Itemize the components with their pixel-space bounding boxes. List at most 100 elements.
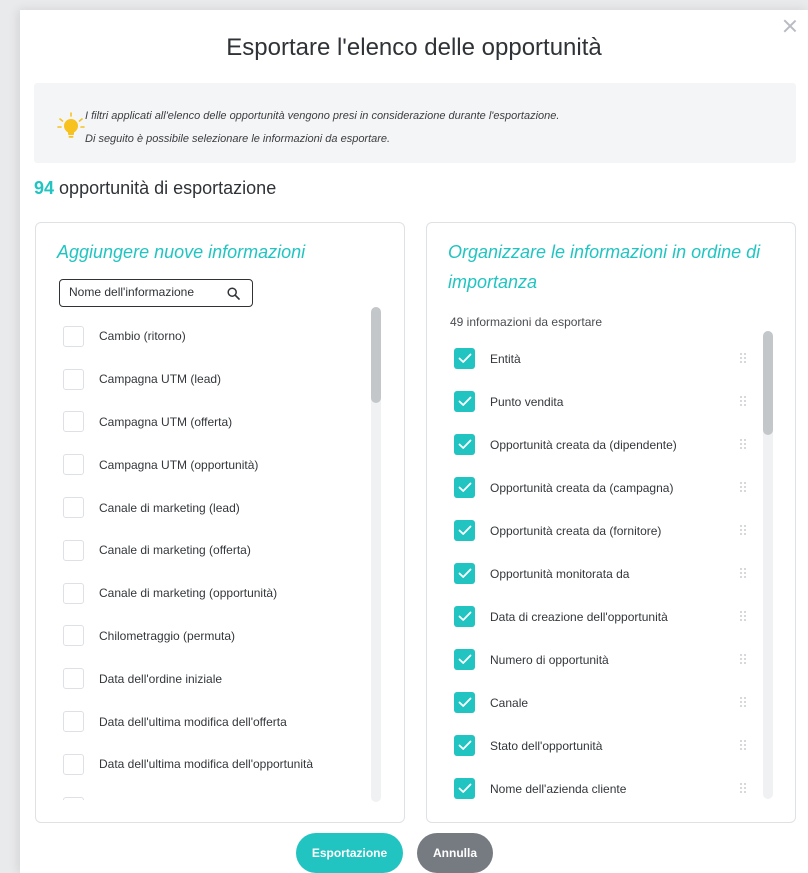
checkbox[interactable]: [63, 582, 84, 604]
checkmark-icon: [458, 654, 471, 664]
checkbox[interactable]: [63, 668, 84, 690]
list-item-label: Campagna UTM (offerta): [99, 414, 233, 429]
close-icon[interactable]: [782, 18, 798, 34]
checkbox-checked[interactable]: [454, 391, 475, 412]
drag-handle-icon[interactable]: [739, 524, 747, 536]
drag-handle-icon[interactable]: [739, 438, 747, 450]
checkmark-icon: [458, 353, 471, 363]
checkbox[interactable]: [63, 368, 84, 390]
list-item[interactable]: Opportunità creata da (dipendente): [454, 423, 754, 466]
list-item[interactable]: Campagna UTM (lead): [63, 358, 363, 401]
checkbox-checked[interactable]: [454, 520, 475, 541]
lightbulb-icon: [57, 112, 85, 138]
checkbox-checked[interactable]: [454, 348, 475, 369]
checkbox[interactable]: [63, 711, 84, 733]
checkmark-icon: [458, 396, 471, 406]
checkbox-checked[interactable]: [454, 735, 475, 756]
checkbox[interactable]: [63, 325, 84, 347]
drag-handle-icon[interactable]: [739, 782, 747, 794]
checkmark-icon: [458, 783, 471, 793]
drag-handle-icon[interactable]: [739, 610, 747, 622]
list-item-label: Opportunità creata da (dipendente): [490, 437, 677, 452]
list-item-label: Campagna UTM (opportunità): [99, 457, 259, 472]
list-item-label: Data dell'ordine iniziale: [99, 671, 223, 686]
export-dialog: Esportare l'elenco delle opportunità I f…: [20, 10, 808, 873]
list-item[interactable]: Data dell'ultima modifica dell'offerta: [63, 700, 363, 743]
drag-handle-icon[interactable]: [739, 481, 747, 493]
list-item[interactable]: Opportunità creata da (fornitore): [454, 509, 754, 552]
list-item[interactable]: Canale di marketing (offerta): [63, 529, 363, 572]
drag-handle-icon[interactable]: [739, 395, 747, 407]
list-item[interactable]: Stato dell'opportunità: [454, 724, 754, 767]
info-text-line2: Di seguito è possibile selezionare le in…: [85, 133, 391, 145]
list-item-label: Campagna UTM (lead): [99, 372, 222, 387]
drag-handle-icon[interactable]: [739, 696, 747, 708]
order-info-panel: Organizzare le informazioni in ordine di…: [426, 222, 796, 823]
search-input[interactable]: [69, 285, 219, 299]
list-item[interactable]: Campagna UTM (offerta): [63, 401, 363, 444]
list-item-label: Opportunità monitorata da: [490, 566, 630, 581]
list-item[interactable]: Punto vendita: [454, 380, 754, 423]
export-count-label: opportunità di esportazione: [59, 178, 277, 198]
list-item-label: Data di creazione dell'opportunità: [490, 609, 668, 624]
checkbox-checked[interactable]: [454, 434, 475, 455]
list-item[interactable]: Canale: [454, 681, 754, 724]
export-count-value: 94: [34, 178, 55, 198]
checkbox[interactable]: [63, 539, 84, 561]
list-item[interactable]: Canale di marketing (opportunità): [63, 572, 363, 615]
available-info-list: Cambio (ritorno) Campagna UTM (lead) Cam…: [63, 315, 363, 800]
list-item[interactable]: Opportunità monitorata da: [454, 552, 754, 595]
drag-handle-icon[interactable]: [739, 567, 747, 579]
cancel-button[interactable]: Annulla: [417, 833, 493, 873]
list-item-label: Canale di marketing (opportunità): [99, 586, 278, 601]
list-item-label: Stato dell'opportunità: [490, 738, 603, 753]
checkbox[interactable]: [63, 411, 84, 433]
list-item[interactable]: Nome dell'azienda cliente: [454, 767, 754, 799]
checkbox-checked[interactable]: [454, 563, 475, 584]
list-item[interactable]: Entità: [454, 337, 754, 380]
list-item[interactable]: Opportunità creata da (campagna): [454, 466, 754, 509]
list-item[interactable]: Data dell'ultima modifica dell'opportuni…: [63, 743, 363, 786]
list-item-label: Chilometraggio (permuta): [99, 628, 236, 643]
scrollbar-thumb[interactable]: [763, 331, 773, 435]
search-field[interactable]: [59, 279, 253, 307]
checkbox[interactable]: [63, 625, 84, 647]
scrollbar[interactable]: [763, 331, 773, 799]
add-info-panel: Aggiungere nuove informazioni Cambio (ri…: [35, 222, 405, 823]
scrollbar[interactable]: [371, 307, 381, 802]
list-item[interactable]: Canale di marketing (lead): [63, 486, 363, 529]
checkbox-checked[interactable]: [454, 606, 475, 627]
checkmark-icon: [458, 482, 471, 492]
checkbox-checked[interactable]: [454, 649, 475, 670]
list-item-label: Opportunità creata da (campagna): [490, 480, 674, 495]
drag-handle-icon[interactable]: [739, 739, 747, 751]
list-item[interactable]: Campagna UTM (opportunità): [63, 443, 363, 486]
checkbox[interactable]: [63, 796, 84, 800]
list-item-label: Punto vendita: [490, 394, 564, 409]
list-item[interactable]: Data dell'ordine iniziale: [63, 657, 363, 700]
list-item-label: Entità: [490, 351, 521, 366]
list-item[interactable]: Data di creazione dell'opportunità: [454, 595, 754, 638]
checkbox-checked[interactable]: [454, 778, 475, 799]
checkbox[interactable]: [63, 454, 84, 476]
export-button[interactable]: Esportazione: [296, 833, 403, 873]
search-icon[interactable]: [227, 287, 240, 300]
list-item[interactable]: [63, 786, 363, 800]
checkbox[interactable]: [63, 497, 84, 519]
list-item[interactable]: Chilometraggio (permuta): [63, 615, 363, 658]
checkmark-icon: [458, 740, 471, 750]
list-item[interactable]: Numero di opportunità: [454, 638, 754, 681]
scrollbar-thumb[interactable]: [371, 307, 381, 403]
drag-handle-icon[interactable]: [739, 653, 747, 665]
selected-count: 49 informazioni da esportare: [450, 315, 603, 329]
list-item[interactable]: Cambio (ritorno): [63, 315, 363, 358]
checkbox-checked[interactable]: [454, 477, 475, 498]
checkbox[interactable]: [63, 753, 84, 775]
drag-handle-icon[interactable]: [739, 352, 747, 364]
checkbox-checked[interactable]: [454, 692, 475, 713]
list-item-label: Data dell'ultima modifica dell'offerta: [99, 714, 287, 729]
list-item-label: Canale di marketing (lead): [99, 500, 240, 515]
add-info-title: Aggiungere nuove informazioni: [57, 242, 306, 262]
order-info-title-line1: Organizzare le informazioni in ordine di: [448, 242, 761, 262]
selected-info-list: Entità Punto vendita Opportunità creata …: [454, 337, 754, 799]
